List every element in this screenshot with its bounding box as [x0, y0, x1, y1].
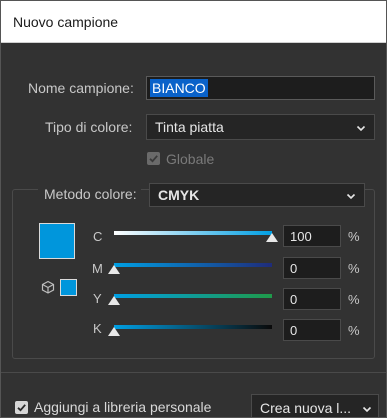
gamut-swatch[interactable]: [60, 279, 77, 296]
cyan-letter: C: [93, 229, 103, 244]
color-mode-select[interactable]: CMYK: [149, 183, 365, 207]
library-select-value: Crea nuova l...: [260, 400, 352, 416]
global-checkbox[interactable]: [147, 152, 160, 165]
checkmark-icon: [149, 155, 158, 163]
black-value-input[interactable]: 0: [283, 319, 341, 341]
yellow-letter: Y: [93, 291, 102, 306]
swatch-name-label: Nome campione:: [28, 80, 134, 96]
black-slider-track[interactable]: [114, 325, 272, 329]
magenta-value: 0: [290, 261, 298, 276]
global-label: Globale: [166, 151, 215, 167]
black-percent: %: [348, 323, 360, 338]
add-to-library-label: Aggiungi a libreria personale: [34, 399, 212, 415]
yellow-value-input[interactable]: 0: [283, 288, 341, 310]
magenta-letter: M: [92, 261, 103, 276]
new-swatch-dialog: Nuovo campione Nome campione: BIANCO Tip…: [0, 0, 387, 418]
color-mode-value: CMYK: [158, 187, 200, 203]
chevron-down-icon: [346, 188, 356, 204]
dialog-titlebar: Nuovo campione: [1, 1, 386, 43]
cyan-slider-track[interactable]: [114, 231, 272, 235]
cyan-value-input[interactable]: 100: [283, 225, 341, 247]
magenta-slider-thumb[interactable]: [108, 265, 120, 274]
black-slider-thumb[interactable]: [108, 327, 120, 336]
magenta-percent: %: [348, 261, 360, 276]
checkmark-icon: [17, 404, 26, 412]
chevron-down-icon: [362, 401, 372, 417]
color-type-value: Tinta piatta: [155, 119, 224, 135]
dialog-title: Nuovo campione: [13, 14, 119, 30]
magenta-value-input[interactable]: 0: [283, 257, 341, 279]
library-select[interactable]: Crea nuova l...: [251, 394, 379, 417]
color-mode-label: Metodo colore:: [38, 186, 141, 202]
cube-icon: [41, 280, 55, 299]
color-preview-swatch: [39, 223, 75, 259]
swatch-name-input[interactable]: BIANCO: [146, 76, 375, 100]
yellow-slider-thumb[interactable]: [108, 296, 120, 305]
cyan-slider-thumb[interactable]: [266, 233, 278, 242]
cyan-value: 100: [290, 229, 312, 244]
magenta-slider-track[interactable]: [114, 263, 272, 267]
add-to-library-checkbox[interactable]: [15, 401, 28, 414]
yellow-value: 0: [290, 292, 298, 307]
color-type-select[interactable]: Tinta piatta: [146, 114, 375, 140]
yellow-percent: %: [348, 292, 360, 307]
black-value: 0: [290, 323, 298, 338]
footer-divider: [1, 372, 386, 373]
swatch-name-value: BIANCO: [150, 79, 208, 97]
yellow-slider-track[interactable]: [114, 294, 272, 298]
color-type-label: Tipo di colore:: [45, 119, 133, 135]
black-letter: K: [93, 321, 102, 336]
chevron-down-icon: [356, 120, 366, 136]
cyan-percent: %: [348, 229, 360, 244]
